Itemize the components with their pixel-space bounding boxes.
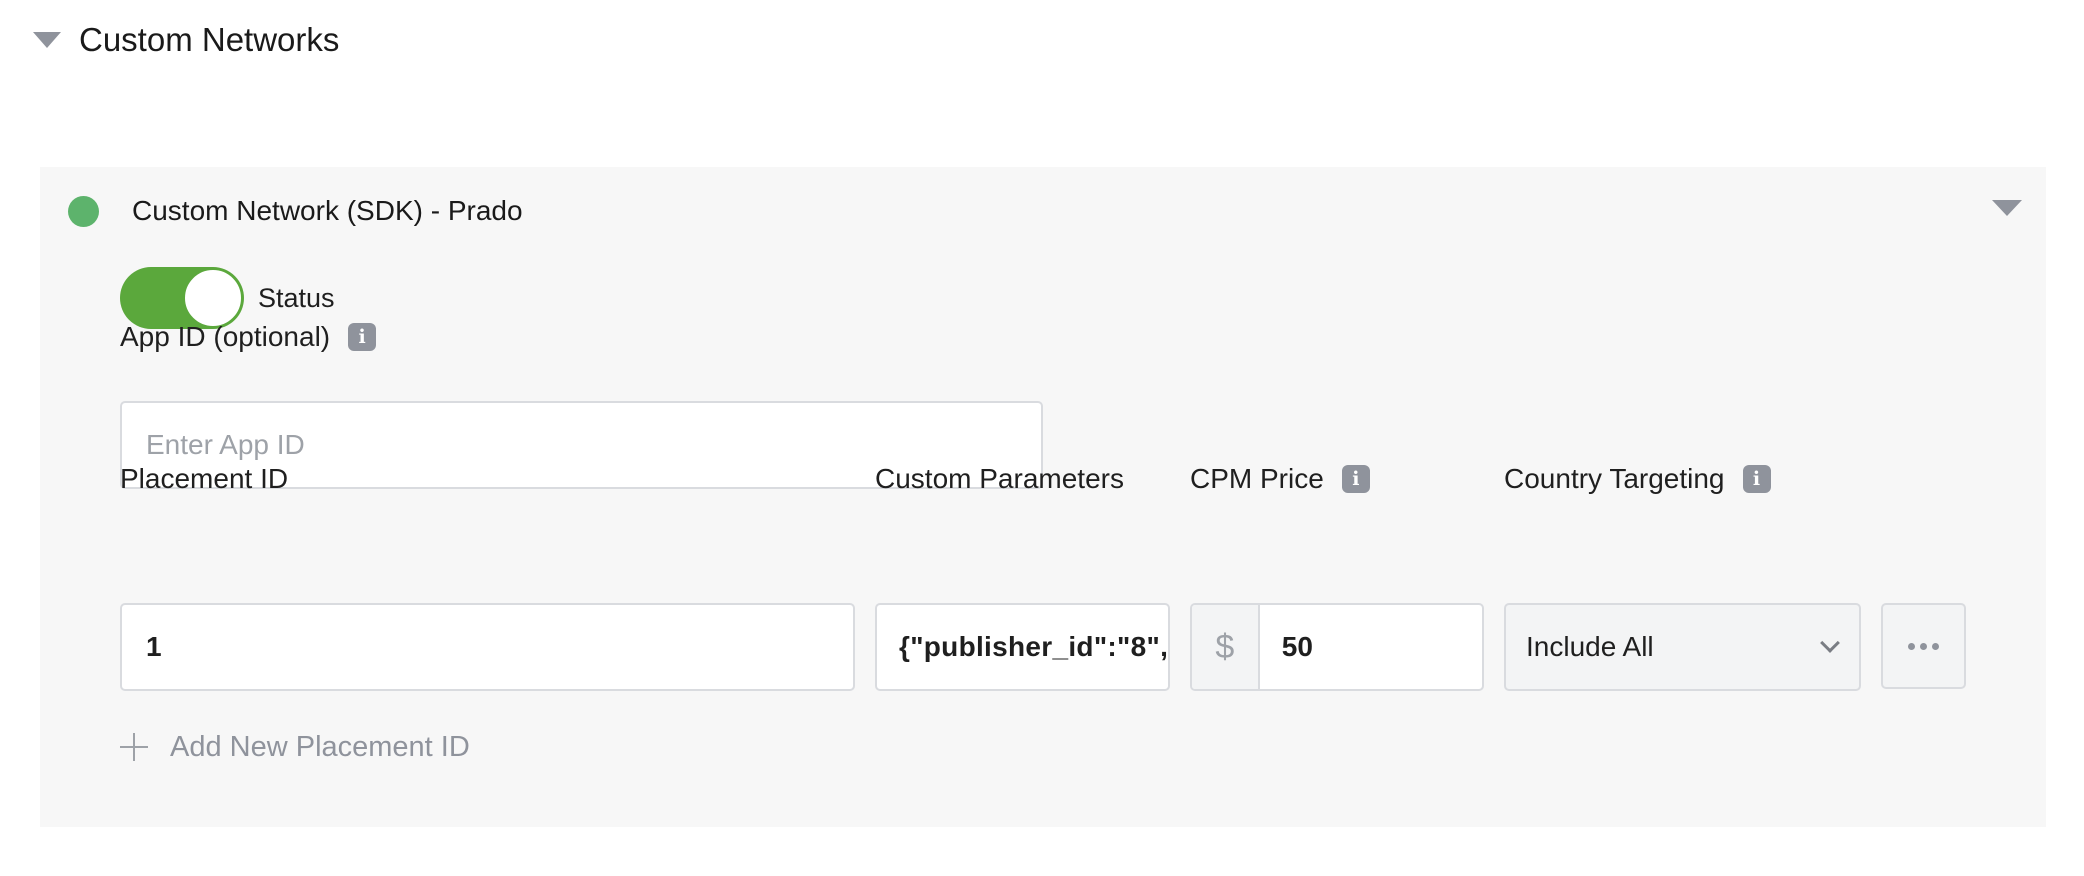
add-placement-label: Add New Placement ID: [170, 730, 470, 763]
caret-down-icon[interactable]: [33, 32, 61, 48]
add-placement-button[interactable]: Add New Placement ID: [120, 727, 470, 767]
custom-parameters-header: Custom Parameters: [875, 459, 1124, 499]
cpm-price-label: CPM Price: [1190, 463, 1324, 494]
info-icon[interactable]: i: [1341, 465, 1370, 493]
country-targeting-header: Country Targeting i: [1504, 459, 1771, 499]
status-dot-icon: [68, 195, 99, 227]
network-title: Custom Network (SDK) - Prado: [132, 195, 523, 226]
country-targeting-label: Country Targeting: [1504, 463, 1725, 494]
cpm-price-input[interactable]: [1259, 605, 1482, 689]
custom-parameters-value: {"publisher_id":"8","t: [899, 631, 1170, 662]
more-horizontal-icon: [1908, 642, 1939, 650]
status-label: Status: [258, 282, 335, 313]
section-title: Custom Networks: [79, 21, 340, 58]
custom-parameters-field[interactable]: {"publisher_id":"8","t: [875, 603, 1170, 691]
app-id-label: App ID (optional): [120, 321, 331, 352]
info-icon[interactable]: i: [348, 323, 377, 351]
network-card-header[interactable]: Custom Network (SDK) - Prado: [68, 191, 523, 231]
placement-id-label: Placement ID: [120, 463, 289, 494]
placement-id-header: Placement ID: [120, 459, 288, 499]
placement-id-input[interactable]: [146, 605, 853, 689]
network-card: Custom Network (SDK) - Prado Status App …: [40, 167, 2046, 827]
chevron-down-icon: [1820, 633, 1840, 653]
cpm-price-header: CPM Price i: [1190, 459, 1370, 499]
country-targeting-value: Include All: [1526, 631, 1654, 662]
plus-icon: [120, 733, 148, 761]
more-options-button[interactable]: [1881, 603, 1966, 689]
country-targeting-select[interactable]: Include All: [1504, 603, 1861, 691]
custom-parameters-label: Custom Parameters: [875, 463, 1124, 494]
section-header[interactable]: Custom Networks: [33, 18, 339, 62]
placement-id-field[interactable]: [120, 603, 855, 691]
currency-prefix: $: [1192, 605, 1260, 689]
app-id-label-row: App ID (optional) i: [120, 317, 377, 357]
cpm-price-field[interactable]: $: [1190, 603, 1484, 691]
collapse-caret-icon[interactable]: [1992, 200, 2022, 216]
info-icon[interactable]: i: [1742, 465, 1771, 493]
